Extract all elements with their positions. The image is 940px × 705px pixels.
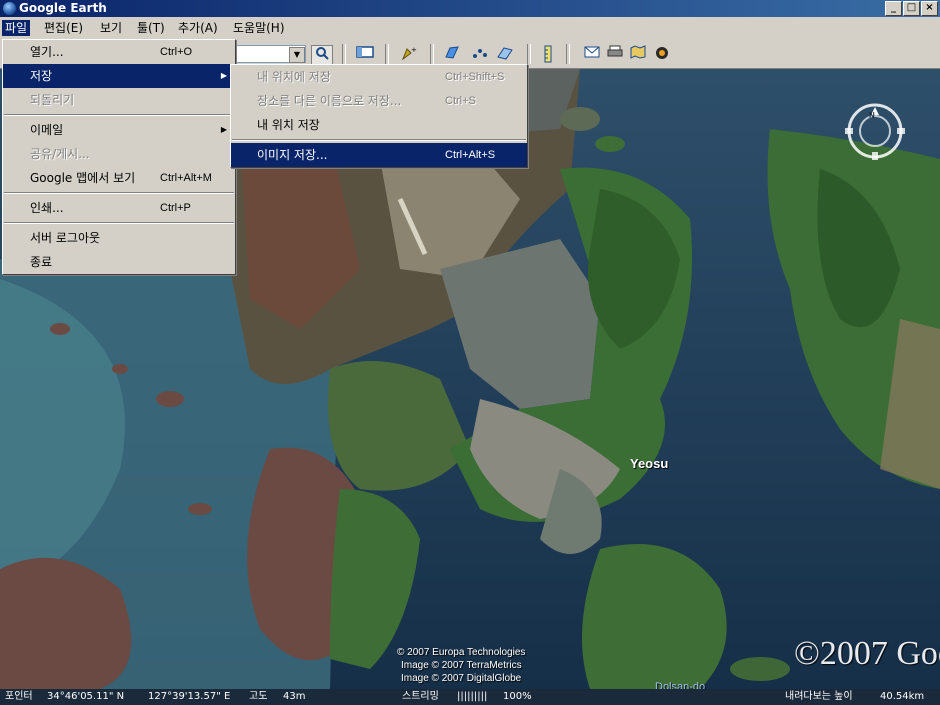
save-image[interactable]: 이미지 저장... Ctrl+Alt+S <box>231 143 527 167</box>
file-menu: 열기... Ctrl+O 저장 ▶ 되돌리기 이메일 ▶ 공유/게시... Googl… <box>2 39 236 275</box>
elevation-value: 43m <box>283 691 306 702</box>
place-label-yeosu: Yeosu <box>630 456 669 471</box>
streaming-label: 스트리밍 <box>402 691 439 702</box>
menu-add[interactable]: 추가(A) <box>178 20 218 36</box>
maps-icon[interactable] <box>628 45 648 63</box>
streaming-bars: ||||||||| <box>457 691 488 702</box>
menu-item-label: Google 맵에서 보기 <box>30 171 136 185</box>
file-menu-server-logout[interactable]: 서버 로그아웃 <box>3 226 235 250</box>
compass-north-label: N <box>869 111 875 120</box>
window-title: Google Earth <box>19 1 107 15</box>
menu-item-label: 저장 <box>30 69 53 83</box>
eye-altitude-label: 내려다보는 높이 <box>785 691 853 702</box>
menu-separator <box>232 139 526 141</box>
menu-item-label: 장소를 다른 이름으로 저장... <box>257 94 402 108</box>
streaming-percent: 100% <box>503 691 532 702</box>
menu-item-label: 되돌리기 <box>30 93 75 107</box>
menu-item-label: 종료 <box>30 255 53 269</box>
email-icon[interactable] <box>582 45 602 63</box>
elevation-label: 고도 <box>249 691 268 702</box>
menu-item-shortcut: Ctrl+P <box>160 202 191 214</box>
window-controls: _ □ × <box>884 1 938 16</box>
menu-item-label: 이미지 저장... <box>257 148 328 162</box>
pointer-latitude: 34°46'05.11" N <box>47 691 125 702</box>
save-submenu: 내 위치에 저장 Ctrl+Shift+S 장소를 다른 이름으로 저장... Ct… <box>230 64 528 168</box>
file-menu-revert[interactable]: 되돌리기 <box>3 88 235 112</box>
maximize-button[interactable]: □ <box>903 1 920 16</box>
close-button[interactable]: × <box>921 1 938 16</box>
google-logo: ©2007 Google™ <box>794 635 940 672</box>
file-menu-share[interactable]: 공유/게시... <box>3 142 235 166</box>
polygon-icon[interactable] <box>443 45 463 63</box>
svg-text:+: + <box>411 46 417 54</box>
copyright-line-3: Image © 2007 DigitalGlobe <box>401 673 522 684</box>
menu-separator <box>4 192 234 194</box>
pointer-label: 포인터 <box>5 691 33 702</box>
menu-item-label: 인쇄... <box>30 201 64 215</box>
print-icon[interactable] <box>605 45 625 63</box>
status-bar: 포인터 34°46'05.11" N 127°39'13.57" E 고도 43… <box>0 689 940 705</box>
overlay-icon[interactable] <box>495 45 515 63</box>
file-menu-save[interactable]: 저장 ▶ <box>3 64 235 88</box>
menu-view[interactable]: 보기 <box>100 20 122 36</box>
menu-file[interactable]: 파일 <box>2 20 31 36</box>
menu-separator <box>4 114 234 116</box>
file-menu-view-in-maps[interactable]: Google 맵에서 보기 Ctrl+Alt+M <box>3 166 235 190</box>
eye-altitude-value: 40.54km <box>880 691 925 702</box>
sky-icon[interactable] <box>652 45 672 63</box>
menu-item-label: 열기... <box>30 45 64 59</box>
title-bar: Google Earth _ □ × <box>0 0 940 17</box>
menu-tools[interactable]: 툴(T) <box>137 20 165 36</box>
path-icon[interactable] <box>470 45 490 63</box>
minimize-button[interactable]: _ <box>885 1 902 16</box>
menu-item-shortcut: Ctrl+S <box>445 95 476 107</box>
menu-separator <box>4 222 234 224</box>
menu-item-label: 서버 로그아웃 <box>30 231 101 245</box>
menu-item-label: 내 위치에 저장 <box>257 70 331 84</box>
save-place-as[interactable]: 장소를 다른 이름으로 저장... Ctrl+S <box>231 89 527 113</box>
pointer-longitude: 127°39'13.57" E <box>148 691 231 702</box>
submenu-arrow-icon: ▶ <box>220 71 227 80</box>
google-earth-globe-icon <box>3 2 16 15</box>
place-label-dolsan-do: Dolsan-do <box>655 681 706 689</box>
ruler-icon[interactable] <box>538 45 558 63</box>
menu-item-shortcut: Ctrl+Alt+M <box>160 172 212 184</box>
menu-item-shortcut: Ctrl+O <box>160 46 193 58</box>
search-dropdown-button[interactable]: ▼ <box>289 47 305 63</box>
file-menu-exit[interactable]: 종료 <box>3 250 235 274</box>
submenu-arrow-icon: ▶ <box>220 125 227 134</box>
save-to-my-places[interactable]: 내 위치에 저장 Ctrl+Shift+S <box>231 65 527 89</box>
save-my-places[interactable]: 내 위치 저장 <box>231 113 527 137</box>
copyright-line-1: © 2007 Europa Technologies <box>397 647 526 658</box>
copyright-line-2: Image © 2007 TerraMetrics <box>401 660 522 671</box>
file-menu-email[interactable]: 이메일 ▶ <box>3 118 235 142</box>
menu-edit[interactable]: 편집(E) <box>44 20 83 36</box>
menu-item-shortcut: Ctrl+Shift+S <box>445 71 505 83</box>
search-icon[interactable] <box>311 45 333 65</box>
menu-item-label: 내 위치 저장 <box>257 118 320 132</box>
sidebar-toggle-icon[interactable] <box>355 45 375 63</box>
menu-item-shortcut: Ctrl+Alt+S <box>445 149 496 161</box>
file-menu-open[interactable]: 열기... Ctrl+O <box>3 40 235 64</box>
menu-help[interactable]: 도움말(H) <box>233 20 285 36</box>
menu-bar: 파일 편집(E) 보기 툴(T) 추가(A) 도움말(H) <box>0 17 940 39</box>
placemark-icon[interactable]: + <box>398 45 418 63</box>
menu-item-label: 이메일 <box>30 123 64 137</box>
file-menu-print[interactable]: 인쇄... Ctrl+P <box>3 196 235 220</box>
menu-item-label: 공유/게시... <box>30 147 90 161</box>
